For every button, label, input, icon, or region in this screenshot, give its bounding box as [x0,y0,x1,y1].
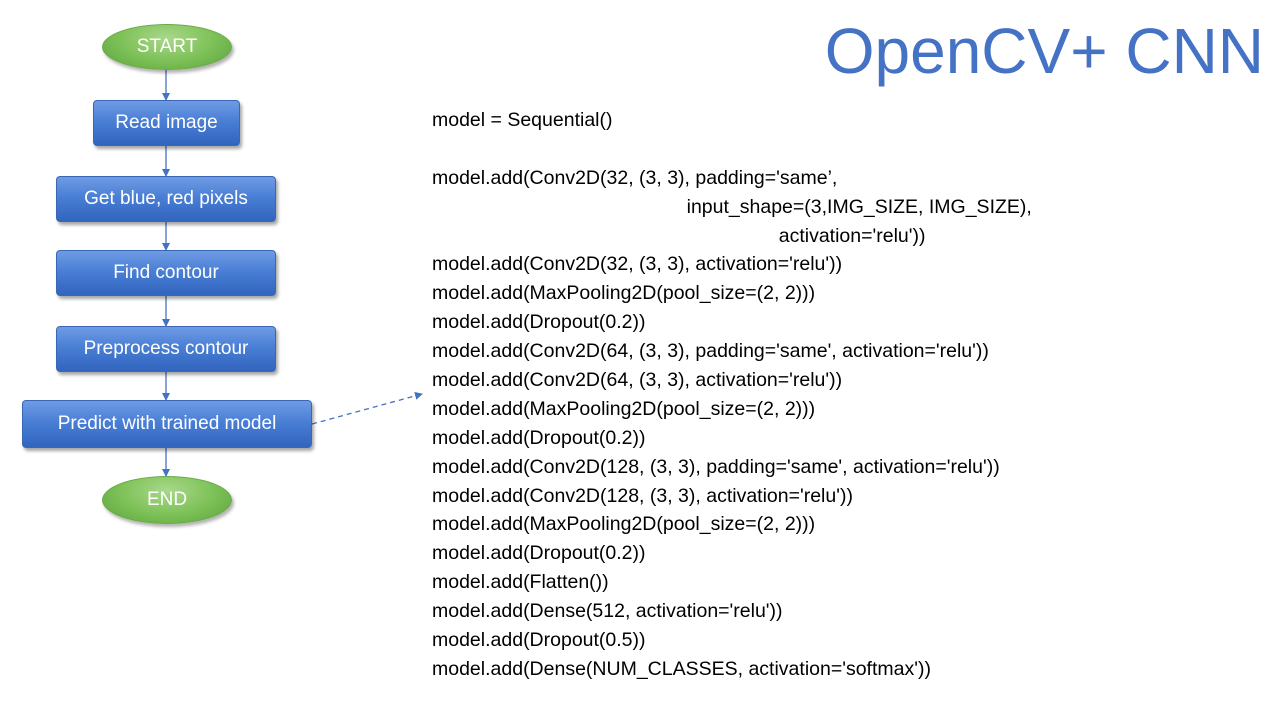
code-block: model = Sequential() model.add(Conv2D(32… [432,106,1032,684]
code-line: model.add(Dropout(0.2)) [432,426,646,449]
code-line: model.add(Dropout(0.2)) [432,311,646,334]
code-line: model.add(MaxPooling2D(pool_size=(2, 2))… [432,282,816,305]
start-terminal: START [102,24,232,70]
end-label: END [146,489,188,510]
step-get-pixels-label: Get blue, red pixels [84,188,248,209]
step-read-image: Read image [93,100,240,146]
code-line: model.add(Dropout(0.5)) [432,629,646,652]
code-line: model.add(MaxPooling2D(pool_size=(2, 2))… [432,397,816,420]
step-get-pixels: Get blue, red pixels [56,176,276,222]
code-line: model.add(Dropout(0.2)) [432,542,646,565]
step-find-contour: Find contour [56,250,276,296]
slide-title: OpenCV+ CNN [824,15,1264,87]
step-find-contour-label: Find contour [113,262,219,283]
code-line: model = Sequential() [432,109,613,131]
code-line: activation='relu')) [432,224,926,247]
code-line: model.add(Conv2D(128, (3, 3), activation… [432,484,853,507]
code-line: model.add(Dense(512, activation='relu')) [432,600,783,623]
step-predict: Predict with trained model [22,400,312,448]
step-read-image-label: Read image [115,112,218,133]
code-line: model.add(MaxPooling2D(pool_size=(2, 2))… [432,513,816,536]
step-preprocess-contour: Preprocess contour [56,326,276,372]
code-line: model.add(Conv2D(64, (3, 3), activation=… [432,369,843,392]
step-predict-label: Predict with trained model [57,413,277,434]
connector-predict-to-code [311,391,423,425]
code-line: model.add(Conv2D(32, (3, 3), activation=… [432,253,843,276]
code-line: input_shape=(3,IMG_SIZE, IMG_SIZE), [432,195,1032,218]
code-line: model.add(Conv2D(64, (3, 3), padding='sa… [432,340,989,363]
code-line: model.add(Flatten()) [432,571,609,594]
code-line: model.add(Conv2D(32, (3, 3), padding='sa… [432,166,838,189]
step-preprocess-contour-label: Preprocess contour [83,338,249,359]
code-line: model.add(Dense(NUM_CLASSES, activation=… [432,657,931,680]
end-terminal: END [102,476,232,524]
code-line: model.add(Conv2D(128, (3, 3), padding='s… [432,455,1000,478]
start-label: START [136,36,198,57]
